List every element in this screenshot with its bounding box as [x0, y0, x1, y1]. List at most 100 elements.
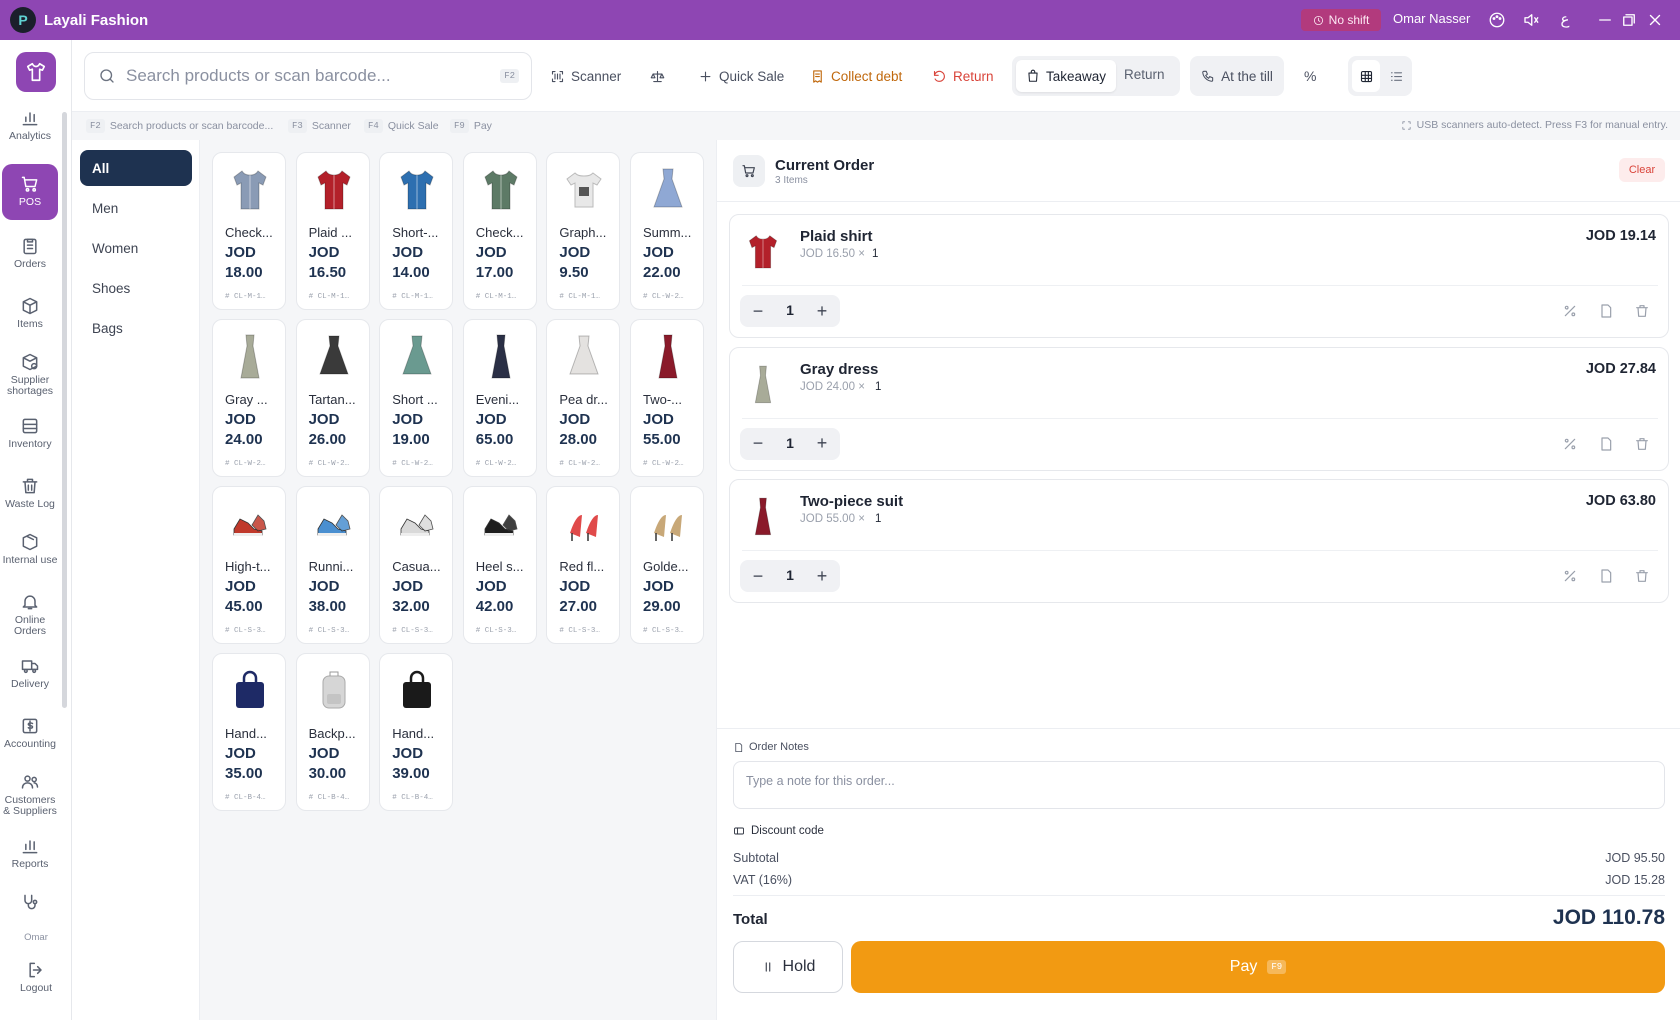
order-notes-input[interactable] [733, 761, 1665, 809]
category-shoes[interactable]: Shoes [80, 270, 192, 306]
category-men[interactable]: Men [80, 190, 192, 226]
increase-qty-button[interactable]: + [810, 432, 834, 456]
product-image [397, 499, 437, 547]
hold-button[interactable]: Hold [733, 941, 843, 993]
product-card[interactable]: Plaid ... JOD 16.50 # CL-M-1… [295, 152, 370, 310]
clear-order-button[interactable]: Clear [1619, 158, 1665, 182]
sidebar-item-orders[interactable]: Orders [2, 236, 58, 270]
restore-icon[interactable] [1620, 11, 1638, 29]
item-discount-icon[interactable] [1562, 303, 1578, 319]
search-input[interactable] [126, 66, 486, 86]
shift-status-badge[interactable]: No shift [1301, 9, 1381, 31]
mute-icon[interactable] [1522, 11, 1540, 29]
item-discount-icon[interactable] [1562, 436, 1578, 452]
increase-qty-button[interactable]: + [810, 564, 834, 588]
product-price: JOD 22.00 [643, 244, 681, 281]
sidebar-item-items[interactable]: Items [2, 296, 58, 330]
order-line-item[interactable]: Gray dress JOD 24.00 × 1 JOD 27.84 − 1 + [729, 346, 1669, 471]
product-card[interactable]: Tartan... JOD 26.00 # CL-W-2… [295, 319, 370, 477]
item-delete-icon[interactable] [1634, 568, 1650, 584]
product-card[interactable]: Pea dr... JOD 28.00 # CL-W-2… [546, 319, 621, 477]
item-delete-icon[interactable] [1634, 436, 1650, 452]
product-card[interactable]: Two-... JOD 55.00 # CL-W-2… [630, 319, 704, 477]
minimize-icon[interactable] [1596, 11, 1614, 29]
scale-button[interactable] [650, 62, 665, 90]
product-card[interactable]: Check... JOD 18.00 # CL-M-1… [212, 152, 286, 310]
sidebar-item-label: Online Orders [13, 614, 47, 637]
at-till-button[interactable]: At the till [1190, 56, 1284, 96]
product-card[interactable]: Check... JOD 17.00 # CL-M-1… [462, 152, 537, 310]
discount-percent-button[interactable]: % [1304, 62, 1316, 90]
mode-takeaway[interactable]: Takeaway [1016, 60, 1116, 92]
increase-qty-button[interactable]: + [810, 299, 834, 323]
sidebar-item-pos[interactable]: POS [2, 164, 58, 220]
product-sku: # CL-S-3… [475, 627, 517, 635]
sidebar-item-online-orders[interactable]: Online Orders [2, 592, 58, 637]
pay-button[interactable]: Pay F9 [851, 941, 1665, 993]
language-toggle-icon[interactable]: ع [1556, 11, 1574, 29]
sidebar-item-internal-use[interactable]: Internal use [2, 532, 58, 566]
category-bags[interactable]: Bags [80, 310, 192, 346]
product-card[interactable]: High-t... JOD 45.00 # CL-S-3… [212, 486, 286, 644]
list-view-button[interactable] [1382, 60, 1410, 92]
scanner-button[interactable]: Scanner [550, 62, 621, 90]
user-name[interactable]: Omar Nasser [1393, 11, 1470, 26]
sidebar-item-partial[interactable] [2, 892, 58, 915]
store-logo[interactable] [16, 52, 56, 92]
sidebar-item-label: Accounting [4, 738, 56, 750]
product-price: JOD 19.00 [392, 411, 430, 448]
sidebar-item-supplier-shortages[interactable]: Supplier shortages [2, 352, 58, 397]
sidebar-item-reports[interactable]: Reports [2, 836, 58, 870]
search-box[interactable]: F2 [84, 52, 532, 100]
mode-return[interactable]: Return [1124, 67, 1165, 82]
category-women[interactable]: Women [80, 230, 192, 266]
return-button[interactable]: Return [932, 62, 994, 90]
decrease-qty-button[interactable]: − [746, 564, 770, 588]
grid-view-button[interactable] [1352, 60, 1380, 92]
item-delete-icon[interactable] [1634, 303, 1650, 319]
palette-icon[interactable] [1488, 11, 1506, 29]
item-note-icon[interactable] [1598, 568, 1614, 584]
item-note-icon[interactable] [1598, 303, 1614, 319]
product-card[interactable]: Summ... JOD 22.00 # CL-W-2… [630, 152, 704, 310]
sidebar-scrollbar[interactable] [62, 112, 67, 708]
sidebar-item-inventory[interactable]: Inventory [2, 416, 58, 450]
hint-search: F2 Search products or scan barcode... [86, 119, 273, 133]
product-card[interactable]: Golde... JOD 29.00 # CL-S-3… [630, 486, 704, 644]
product-card[interactable]: Graph... JOD 9.50 # CL-M-1… [546, 152, 621, 310]
product-sku: # CL-S-3… [225, 627, 266, 635]
discount-code-button[interactable]: Discount code [733, 825, 824, 837]
logout-button[interactable]: Logout [8, 960, 64, 994]
product-card[interactable]: Gray ... JOD 24.00 # CL-W-2… [212, 319, 286, 477]
sidebar-item-label: Inventory [8, 438, 52, 450]
close-icon[interactable] [1646, 11, 1664, 29]
category-all[interactable]: All [80, 150, 192, 186]
product-card[interactable]: Short ... JOD 19.00 # CL-W-2… [379, 319, 454, 477]
product-price: JOD 17.00 [475, 244, 514, 281]
sidebar-item-customers-suppliers[interactable]: Customers & Suppliers [2, 772, 58, 817]
product-card[interactable]: Hand... JOD 39.00 # CL-B-4… [379, 653, 454, 811]
collect-debt-button[interactable]: Collect debt [810, 62, 902, 90]
sidebar-item-accounting[interactable]: Accounting [2, 716, 58, 750]
product-card[interactable]: Casua... JOD 32.00 # CL-S-3… [379, 486, 454, 644]
product-card[interactable]: Short-... JOD 14.00 # CL-M-1… [379, 152, 454, 310]
product-card[interactable]: Heel s... JOD 42.00 # CL-S-3… [462, 486, 537, 644]
product-card[interactable]: Eveni... JOD 65.00 # CL-W-2… [462, 319, 537, 477]
product-card[interactable]: Hand... JOD 35.00 # CL-B-4… [212, 653, 286, 811]
sidebar-item-delivery[interactable]: Delivery [2, 656, 58, 690]
product-name: Check... [225, 225, 273, 240]
item-discount-icon[interactable] [1562, 568, 1578, 584]
quick-sale-button[interactable]: Quick Sale [698, 62, 784, 90]
order-item-image [746, 362, 780, 406]
decrease-qty-button[interactable]: − [746, 299, 770, 323]
order-line-item[interactable]: Two-piece suit JOD 55.00 × 1 JOD 63.80 −… [729, 479, 1669, 603]
sidebar-item-waste-log[interactable]: Waste Log [2, 476, 58, 510]
order-line-item[interactable]: Plaid shirt JOD 16.50 × 1 JOD 19.14 − 1 … [729, 214, 1669, 338]
item-note-icon[interactable] [1598, 436, 1614, 452]
product-card[interactable]: Backp... JOD 30.00 # CL-B-4… [295, 653, 370, 811]
product-card[interactable]: Red fl... JOD 27.00 # CL-S-3… [546, 486, 621, 644]
product-card[interactable]: Runni... JOD 38.00 # CL-S-3… [295, 486, 370, 644]
sidebar-item-analytics[interactable]: Analytics [2, 108, 58, 142]
decrease-qty-button[interactable]: − [746, 432, 770, 456]
order-item-total: JOD 19.14 [1585, 228, 1656, 244]
